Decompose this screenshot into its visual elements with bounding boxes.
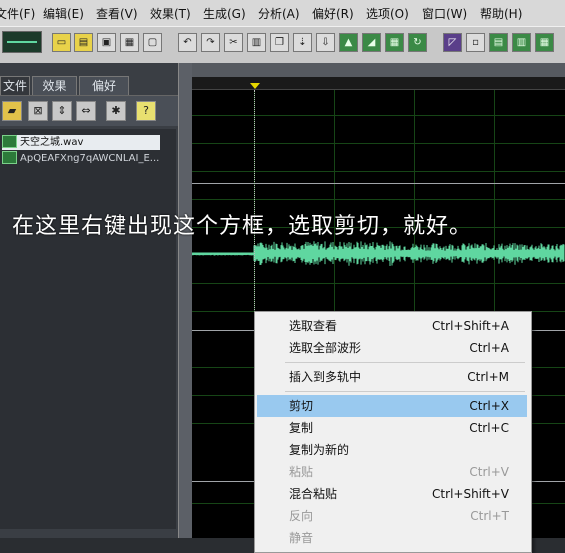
open-file-icon[interactable]: ▤ [74,33,93,52]
context-menu: 选取查看 Ctrl+Shift+A 选取全部波形 Ctrl+A 插入到多轨中 C… [254,311,532,553]
waveform-file-icon [2,150,17,164]
menu-generate[interactable]: 生成(G) [203,5,246,22]
save-icon[interactable]: ▣ [97,33,116,52]
new-file-icon[interactable]: ▭ [52,33,71,52]
wave-header [192,63,565,77]
menu-item-select-view[interactable]: 选取查看 Ctrl+Shift+A [257,315,527,337]
menu-separator [285,391,525,392]
menu-item-insert-multitrack[interactable]: 插入到多轨中 Ctrl+M [257,366,527,388]
menu-item-silence[interactable]: 静音 [257,527,527,549]
menu-file[interactable]: 文件(F) [0,5,35,22]
panel-splitter[interactable] [178,63,193,538]
tab-effects[interactable]: 效果 [32,76,77,95]
menu-view[interactable]: 查看(V) [96,5,138,22]
menu-item-select-all[interactable]: 选取全部波形 Ctrl+A [257,337,527,359]
menu-analyze[interactable]: 分析(A) [258,5,300,22]
mode-toggle-button[interactable] [2,31,42,53]
cursor-marker-icon[interactable] [250,83,260,89]
save-as-icon[interactable]: ▦ [120,33,139,52]
menu-item-copy-to-new[interactable]: 复制为新的 [257,439,527,461]
generate-icon[interactable]: ▲ [339,33,358,52]
menu-item-copy[interactable]: 复制 Ctrl+C [257,417,527,439]
menu-item-mix-paste[interactable]: 混合粘贴 Ctrl+Shift+V [257,483,527,505]
select-tool-icon[interactable]: ▫ [466,33,485,52]
menu-item-paste[interactable]: 粘贴 Ctrl+V [257,461,527,483]
file-list: 天空之城.wav ApQEAFXng7qAWCNLAI_E... [0,129,176,529]
organizer-panel: 文件 效果 偏好 ▰ ⊠ ⇕ ⇔ ✱ ? 天空之城.wav ApQEAFXng7… [0,63,178,538]
options-icon[interactable]: ✱ [106,101,126,121]
panel-toolbar: ▰ ⊠ ⇕ ⇔ ✱ ? [0,95,178,126]
grid-icon[interactable]: ▦ [535,33,554,52]
loop-icon[interactable]: ↻ [408,33,427,52]
menu-help[interactable]: 帮助(H) [480,5,522,22]
menu-item-reverse[interactable]: 反向 Ctrl+T [257,505,527,527]
menu-separator [285,362,525,363]
menu-edit[interactable]: 编辑(E) [43,5,84,22]
copy-icon[interactable]: ❐ [270,33,289,52]
help-icon[interactable]: ? [136,101,156,121]
redo-icon[interactable]: ↷ [201,33,220,52]
edit-file-icon[interactable]: ⇔ [76,101,96,121]
annotation-caption: 在这里右键出现这个方框，选取剪切，就好。 [12,214,473,239]
overview-bar[interactable] [192,77,565,90]
menu-preferences[interactable]: 偏好(R) [312,5,354,22]
close-file-icon[interactable]: ▢ [143,33,162,52]
main-toolbar: ▭ ▤ ▣ ▦ ▢ ↶ ↷ ✂ ▥ ❐ ⇣ ⇩ ▲ ◢ ▦ ↻ ◸ ▫ ▤ ▥ … [0,26,565,64]
menu-bar: 文件(F) 编辑(E) 查看(V) 效果(T) 生成(G) 分析(A) 偏好(R… [0,0,565,26]
insert-icon[interactable]: ⇕ [52,101,72,121]
lane-divider [192,183,565,184]
menu-item-cut[interactable]: 剪切 Ctrl+X [257,395,527,417]
menu-effects[interactable]: 效果(T) [150,5,191,22]
spectrum-icon[interactable]: ▦ [385,33,404,52]
trim-icon[interactable]: ▥ [247,33,266,52]
draw-tool-icon[interactable]: ◸ [443,33,462,52]
mix-paste-icon[interactable]: ⇩ [316,33,335,52]
menu-options[interactable]: 选项(O) [366,5,409,22]
close-icon[interactable]: ⊠ [28,101,48,121]
open-folder-icon[interactable]: ▰ [2,101,22,121]
paste-icon[interactable]: ⇣ [293,33,312,52]
mixer-icon[interactable]: ▥ [512,33,531,52]
list-item[interactable]: 天空之城.wav [2,134,160,150]
undo-icon[interactable]: ↶ [178,33,197,52]
tab-files[interactable]: 文件 [0,76,30,95]
waveform-file-icon [2,134,17,148]
list-item[interactable]: ApQEAFXng7qAWCNLAI_E... [2,150,159,166]
multitrack-icon[interactable]: ▤ [489,33,508,52]
menu-window[interactable]: 窗口(W) [422,5,467,22]
tab-favorites[interactable]: 偏好 [79,76,129,95]
cut-icon[interactable]: ✂ [224,33,243,52]
envelope-icon[interactable]: ◢ [362,33,381,52]
